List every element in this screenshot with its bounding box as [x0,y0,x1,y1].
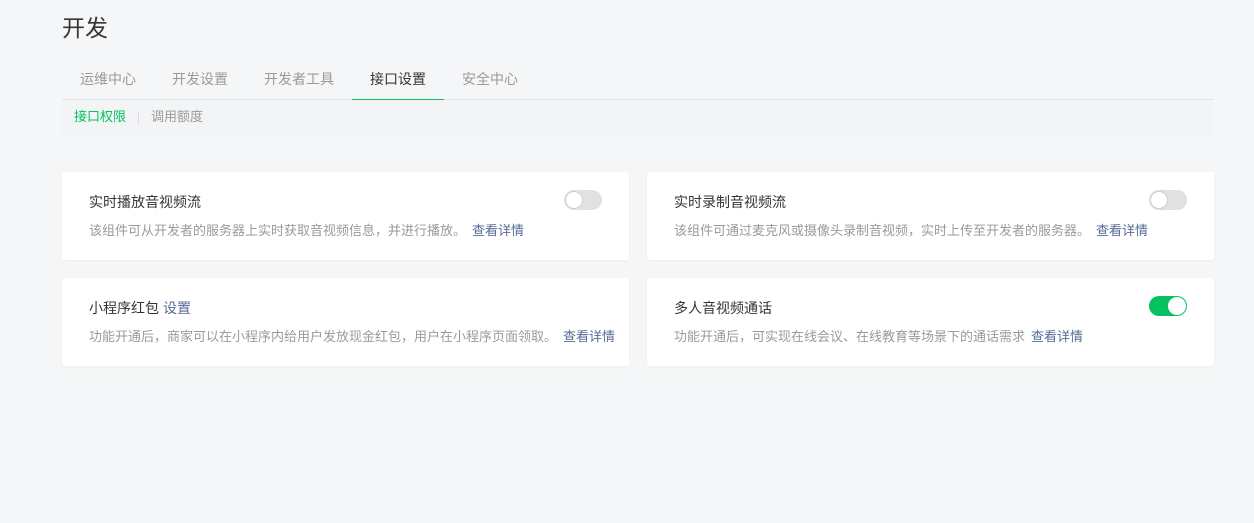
view-details-link[interactable]: 查看详情 [563,330,615,345]
toggle-knob [1150,191,1168,209]
view-details-link[interactable]: 查看详情 [1096,224,1148,239]
view-details-link[interactable]: 查看详情 [472,224,524,239]
card-description-text: 该组件可通过麦克风或摄像头录制音视频，实时上传至开发者的服务器。 [674,224,1091,239]
multi-video-call-toggle[interactable] [1149,296,1187,316]
card-live-pusher: 实时录制音视频流 该组件可通过麦克风或摄像头录制音视频，实时上传至开发者的服务器… [647,172,1214,260]
card-title-text: 小程序红包 [89,301,159,317]
card-description-text: 该组件可从开发者的服务器上实时获取音视频信息，并进行播放。 [89,224,467,239]
tab-security-center[interactable]: 安全中心 [444,63,536,100]
settings-link[interactable]: 设置 [163,301,191,317]
card-title: 小程序红包 设置 [89,299,191,319]
tab-api-settings[interactable]: 接口设置 [352,63,444,101]
card-red-packet: 小程序红包 设置 功能开通后，商家可以在小程序内给用户发放现金红包，用户在小程序页… [62,278,629,366]
tab-dev-tools[interactable]: 开发者工具 [246,63,352,100]
card-description-text: 功能开通后，可实现在线会议、在线教育等场景下的通话需求 [674,330,1026,345]
card-title: 实时录制音视频流 [674,193,786,213]
card-title: 多人音视频通话 [674,299,772,319]
live-player-toggle[interactable] [564,190,602,210]
card-title: 实时播放音视频流 [89,193,201,213]
card-description: 该组件可从开发者的服务器上实时获取音视频信息，并进行播放。 查看详情 [89,222,524,242]
tab-dev-settings[interactable]: 开发设置 [154,63,246,100]
subtab-call-quota[interactable]: 调用额度 [139,109,215,127]
toggle-knob [565,191,583,209]
tab-ops-center[interactable]: 运维中心 [62,63,154,100]
card-description: 功能开通后，商家可以在小程序内给用户发放现金红包，用户在小程序页面领取。 查看详情 [89,328,615,348]
sub-tabs: 接口权限 调用额度 [62,100,1214,136]
subtab-api-permissions[interactable]: 接口权限 [62,109,138,127]
toggle-knob [1168,297,1186,315]
card-description: 功能开通后，可实现在线会议、在线教育等场景下的通话需求 查看详情 [674,328,1083,348]
main-tabs: 运维中心 开发设置 开发者工具 接口设置 安全中心 [62,63,1214,101]
card-description: 该组件可通过麦克风或摄像头录制音视频，实时上传至开发者的服务器。 查看详情 [674,222,1148,242]
card-live-player: 实时播放音视频流 该组件可从开发者的服务器上实时获取音视频信息，并进行播放。 查看… [62,172,629,260]
live-pusher-toggle[interactable] [1149,190,1187,210]
page: 开发 运维中心 开发设置 开发者工具 接口设置 安全中心 接口权限 调用额度 实… [0,0,1254,523]
card-multi-video-call: 多人音视频通话 功能开通后，可实现在线会议、在线教育等场景下的通话需求 查看详情 [647,278,1214,366]
card-title-text: 实时录制音视频流 [674,195,786,211]
card-description-text: 功能开通后，商家可以在小程序内给用户发放现金红包，用户在小程序页面领取。 [89,330,558,345]
page-title: 开发 [62,16,108,42]
view-details-link[interactable]: 查看详情 [1031,330,1083,345]
card-title-text: 实时播放音视频流 [89,195,201,211]
card-title-text: 多人音视频通话 [674,301,772,317]
